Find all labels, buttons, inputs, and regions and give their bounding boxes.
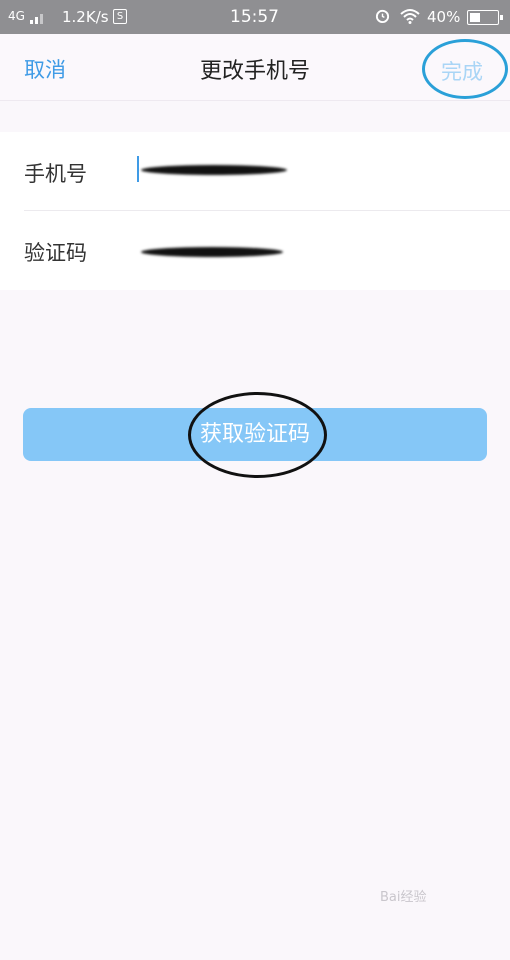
battery-icon: [467, 10, 503, 25]
redacted-code-value: [141, 247, 283, 257]
code-input[interactable]: [137, 231, 337, 265]
phone-form: 手机号 验证码: [0, 132, 510, 290]
network-type: 4G: [8, 9, 25, 23]
phone-input[interactable]: [137, 152, 337, 186]
alarm-icon: [375, 9, 390, 23]
nav-bar: 取消 更改手机号 完成: [0, 34, 510, 101]
s-badge-icon: S: [113, 9, 127, 24]
network-speed: 1.2K/s: [62, 8, 109, 26]
redacted-phone-value: [141, 165, 287, 175]
phone-label: 手机号: [24, 162, 87, 186]
page-title: 更改手机号: [199, 59, 310, 84]
get-code-button[interactable]: 获取验证码: [23, 408, 487, 461]
watermark-logo: Bai经验: [380, 890, 427, 905]
battery-percent: 40%: [427, 8, 461, 26]
code-label: 验证码: [24, 241, 87, 265]
status-bar: 4G 1.2K/s S 15:57 40%: [0, 0, 510, 34]
code-row: 验证码: [0, 211, 510, 290]
done-button[interactable]: 完成: [441, 56, 483, 86]
phone-row: 手机号: [0, 132, 510, 211]
text-caret: [137, 156, 139, 182]
signal-icon: [30, 12, 46, 24]
wifi-icon: [400, 9, 420, 24]
clock: 15:57: [230, 7, 279, 27]
